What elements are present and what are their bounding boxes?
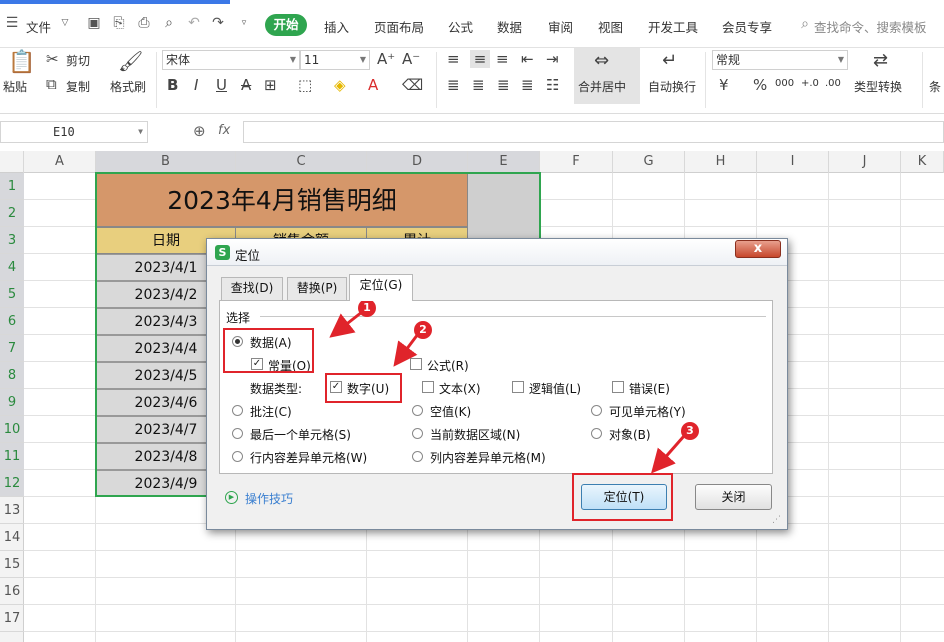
arrow-1: [329, 310, 363, 338]
annotation-arrows: [329, 310, 686, 474]
step-badge-1: 1: [358, 299, 376, 317]
tab-goto[interactable]: 定位(G): [349, 274, 413, 301]
arrow-2: [393, 333, 420, 367]
step-badge-3: 3: [681, 422, 699, 440]
step-badge-2: 2: [414, 321, 432, 339]
arrow-3: [651, 435, 686, 474]
